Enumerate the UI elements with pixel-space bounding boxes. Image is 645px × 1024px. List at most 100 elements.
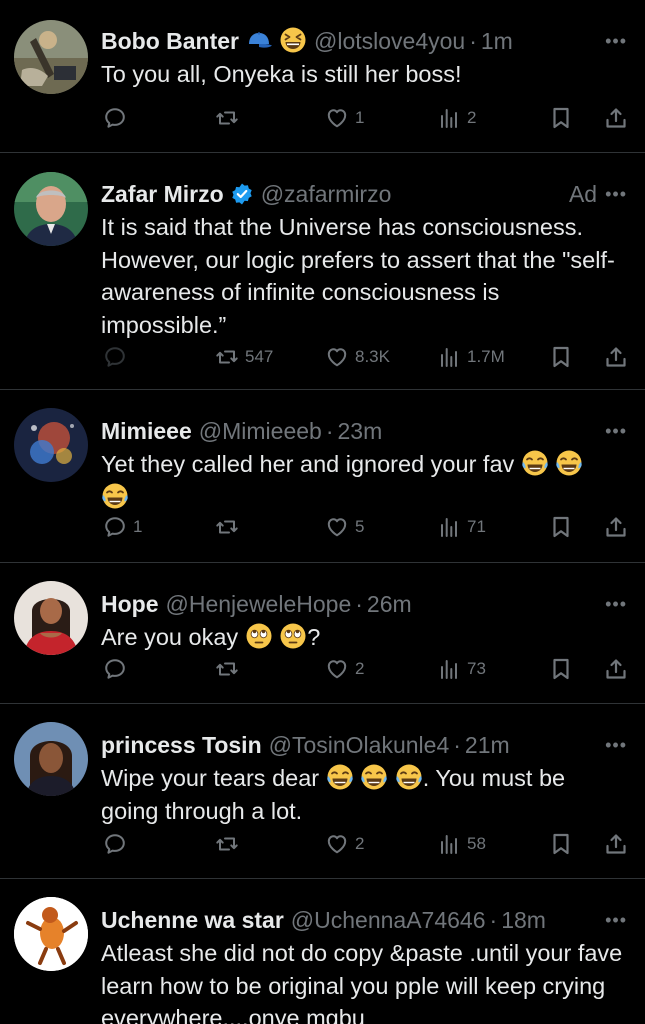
views-icon <box>437 657 461 681</box>
retweet-button[interactable] <box>215 829 239 859</box>
blue-cap-icon <box>245 26 273 56</box>
bookmark-icon <box>549 515 573 539</box>
reply-button[interactable] <box>103 103 127 133</box>
share-button[interactable] <box>604 829 628 859</box>
views-button[interactable]: 2 <box>437 103 476 133</box>
separator: · <box>489 907 498 933</box>
handle[interactable]: @Mimieeeb <box>199 416 322 446</box>
bookmark-icon <box>549 106 573 130</box>
tweet-ad[interactable]: Zafar Mirzo @zafarmirzo Ad ••• It is sai… <box>0 153 645 390</box>
retweet-button[interactable] <box>215 103 239 133</box>
tweet-text-part: Are you okay <box>101 624 239 650</box>
share-button[interactable] <box>604 654 628 684</box>
grinning-squint-icon <box>279 26 307 56</box>
timestamp[interactable]: 18m <box>501 905 546 935</box>
views-icon <box>437 106 461 130</box>
heart-icon <box>325 345 349 369</box>
views-button[interactable]: 73 <box>437 654 486 684</box>
more-options-icon[interactable]: ••• <box>605 179 627 209</box>
avatar[interactable] <box>14 20 88 94</box>
avatar[interactable] <box>14 722 88 796</box>
avatar[interactable] <box>14 408 88 482</box>
tweet-text: To you all, Onyeka is still her boss! <box>101 61 462 87</box>
like-button[interactable]: 2 <box>325 829 364 859</box>
reply-button[interactable] <box>103 342 127 372</box>
reply-button[interactable] <box>103 654 127 684</box>
bookmark-button[interactable] <box>549 654 573 684</box>
bookmark-button[interactable] <box>549 512 573 542</box>
tweet-actions: 2 58 <box>101 829 631 859</box>
heart-icon <box>325 657 349 681</box>
more-options-icon[interactable]: ••• <box>605 905 627 935</box>
tweet-actions: 547 8.3K 1.7M <box>101 342 631 372</box>
share-button[interactable] <box>604 342 628 372</box>
timestamp[interactable]: 23m <box>338 416 383 446</box>
share-icon <box>604 106 628 130</box>
like-button[interactable]: 1 <box>325 103 364 133</box>
avatar[interactable] <box>14 897 88 971</box>
reply-button[interactable] <box>103 829 127 859</box>
share-button[interactable] <box>604 103 628 133</box>
more-options-icon[interactable]: ••• <box>605 589 627 619</box>
separator: · <box>355 591 363 617</box>
views-icon <box>437 832 461 856</box>
handle[interactable]: @zafarmirzo <box>261 179 392 209</box>
heart-icon <box>325 515 349 539</box>
timestamp[interactable]: 1m <box>481 26 513 56</box>
handle[interactable]: @UchennaA74646 <box>291 905 486 935</box>
handle[interactable]: @TosinOlakunle4 <box>269 730 450 760</box>
like-button[interactable]: 2 <box>325 654 364 684</box>
more-options-icon[interactable]: ••• <box>605 416 627 446</box>
face-with-tears-of-joy-icon <box>326 763 354 791</box>
bookmark-button[interactable] <box>549 342 573 372</box>
more-options-icon[interactable]: ••• <box>605 730 627 760</box>
face-with-tears-of-joy-icon <box>395 763 423 791</box>
retweet-button[interactable] <box>215 654 239 684</box>
tweet[interactable]: Hope @HenjeweleHope · 26m ••• Are you ok… <box>0 563 645 704</box>
views-button[interactable]: 71 <box>437 512 486 542</box>
display-name[interactable]: Hope <box>101 589 159 619</box>
like-count: 2 <box>355 659 365 678</box>
share-button[interactable] <box>604 512 628 542</box>
tweet[interactable]: Bobo Banter @lotslove4you · 1m ••• To yo… <box>0 0 645 153</box>
views-button[interactable]: 1.7M <box>437 342 505 372</box>
more-options-icon[interactable]: ••• <box>605 26 627 56</box>
retweet-icon <box>215 515 239 539</box>
views-button[interactable]: 58 <box>437 829 486 859</box>
retweet-button[interactable]: 547 <box>215 342 273 372</box>
like-count: 1 <box>355 108 365 127</box>
share-icon <box>604 832 628 856</box>
display-name[interactable]: Mimieee <box>101 416 192 446</box>
display-name[interactable]: Uchenne wa star <box>101 905 284 935</box>
display-name[interactable]: princess Tosin <box>101 730 262 760</box>
handle[interactable]: @lotslove4you <box>314 26 465 56</box>
reply-icon <box>103 345 127 369</box>
handle[interactable]: @HenjeweleHope <box>166 589 352 619</box>
tweet[interactable]: princess Tosin @TosinOlakunle4 · 21m •••… <box>0 704 645 879</box>
avatar[interactable] <box>14 581 88 655</box>
tweet-text-part: Wipe your tears dear <box>101 765 320 791</box>
face-with-rolling-eyes-icon <box>245 622 273 650</box>
bookmark-icon <box>549 345 573 369</box>
face-with-tears-of-joy-icon <box>521 449 549 477</box>
tweet-text: Yet they called her and ignored your fav <box>101 448 627 513</box>
face-with-tears-of-joy-icon <box>101 482 129 510</box>
display-name[interactable]: Bobo Banter <box>101 26 239 56</box>
timestamp[interactable]: 21m <box>465 730 510 760</box>
tweet[interactable]: Mimieee @Mimieeeb · 23m ••• Yet they cal… <box>0 390 645 563</box>
like-count: 8.3K <box>355 347 390 366</box>
tweet[interactable]: Uchenne wa star @UchennaA74646 · 18m •••… <box>0 879 645 1024</box>
view-count: 1.7M <box>467 347 505 366</box>
retweet-icon <box>215 657 239 681</box>
reply-button[interactable]: 1 <box>103 512 142 542</box>
bookmark-button[interactable] <box>549 829 573 859</box>
like-button[interactable]: 5 <box>325 512 364 542</box>
timestamp[interactable]: 26m <box>367 589 412 619</box>
retweet-button[interactable] <box>215 512 239 542</box>
avatar[interactable] <box>14 172 88 246</box>
tweet-text-part: ? <box>307 624 321 650</box>
bookmark-button[interactable] <box>549 103 573 133</box>
like-button[interactable]: 8.3K <box>325 342 390 372</box>
view-count: 73 <box>467 659 486 678</box>
display-name[interactable]: Zafar Mirzo <box>101 179 224 209</box>
